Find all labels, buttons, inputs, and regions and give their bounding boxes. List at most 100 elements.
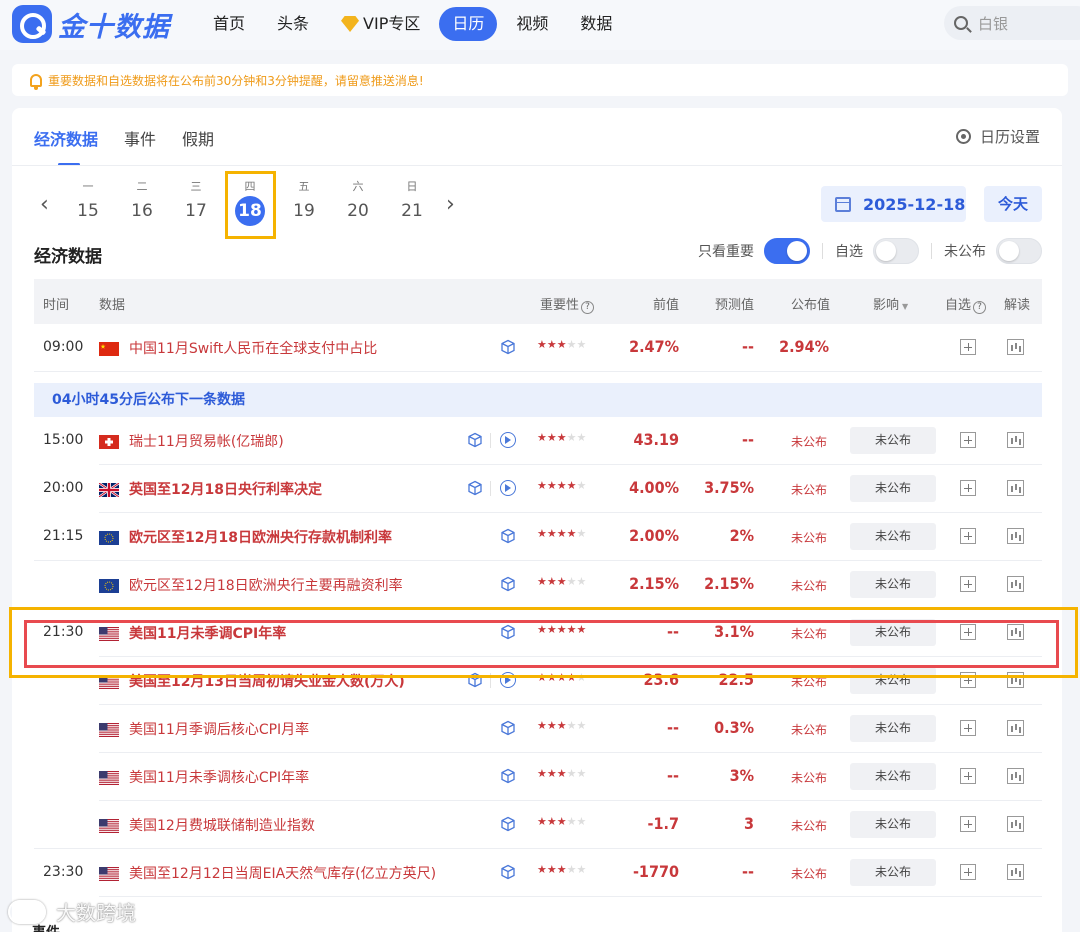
tabs-divider bbox=[12, 165, 1062, 166]
analysis-chart-icon[interactable] bbox=[1007, 480, 1024, 496]
cube-icon[interactable] bbox=[500, 768, 516, 784]
day-wed[interactable]: 三 17 bbox=[176, 178, 216, 226]
logo[interactable]: 金十数据 bbox=[12, 5, 170, 43]
watermark: 大数跨境 bbox=[8, 897, 136, 926]
cube-icon[interactable] bbox=[500, 864, 516, 880]
unpublished-toggle[interactable] bbox=[996, 238, 1042, 264]
add-favorite-icon[interactable] bbox=[960, 576, 976, 592]
weekday-label: 二 bbox=[136, 180, 148, 193]
analysis-chart-icon[interactable] bbox=[1007, 768, 1024, 784]
nav-calendar[interactable]: 日历 bbox=[439, 7, 498, 41]
event-name[interactable]: 美国至12月12日当周EIA天然气库存(亿立方英尺) bbox=[129, 863, 436, 883]
add-favorite-icon[interactable] bbox=[960, 480, 976, 496]
help-icon[interactable]: ? bbox=[581, 301, 595, 314]
event-name[interactable]: 欧元区至12月18日欧洲央行存款机制利率 bbox=[129, 527, 392, 547]
help-icon[interactable]: ? bbox=[973, 301, 987, 314]
add-favorite-icon[interactable] bbox=[960, 528, 976, 544]
nav-headlines[interactable]: 头条 bbox=[264, 7, 322, 41]
favorites-toggle[interactable] bbox=[873, 238, 919, 264]
nav-label: 数据 bbox=[580, 14, 613, 33]
analysis-chart-icon[interactable] bbox=[1007, 339, 1024, 355]
table-row[interactable]: 09:00 中国11月Swift人民币在全球支付中占比 ★★★★★ 2.47% -- 2.… bbox=[34, 324, 1042, 372]
flag-eu-icon bbox=[99, 578, 119, 593]
table-row[interactable]: 美国11月季调后核心CPI月率 ★★★★★ -- 0.3% 未公布 未公布 bbox=[34, 705, 1042, 753]
nav-vip[interactable]: VIP专区 bbox=[328, 7, 433, 41]
flag-cn-icon bbox=[99, 341, 119, 356]
add-favorite-icon[interactable] bbox=[960, 816, 976, 832]
add-favorite-icon[interactable] bbox=[960, 432, 976, 448]
flag-ch-icon bbox=[99, 434, 119, 449]
prev-week-arrow[interactable]: ‹ bbox=[40, 192, 49, 217]
table-row[interactable]: 美国12月费城联储制造业指数 ★★★★★ -1.7 3 未公布 未公布 bbox=[34, 801, 1042, 849]
table-row[interactable]: 欧元区至12月18日欧洲央行主要再融资利率 ★★★★★ 2.15% 2.15% 未公布 未… bbox=[34, 561, 1042, 609]
analysis-chart-icon[interactable] bbox=[1007, 528, 1024, 544]
tab-economic-data[interactable]: 经济数据 bbox=[34, 126, 98, 166]
table-row[interactable]: 20:00 英国至12月18日央行利率决定 ★★★★★ 4.00% 3.75% 未公布 未公… bbox=[34, 465, 1042, 513]
analysis-chart-icon[interactable] bbox=[1007, 816, 1024, 832]
cube-icon[interactable] bbox=[500, 816, 516, 832]
today-button[interactable]: 今天 bbox=[984, 186, 1042, 222]
cube-icon[interactable] bbox=[500, 720, 516, 736]
date-value: 2025-12-18 bbox=[863, 194, 966, 214]
notice-bar: 重要数据和自选数据将在公布前30分钟和3分钟提醒，请留意推送消息! bbox=[12, 64, 1068, 96]
previous-value: 2.47% bbox=[629, 337, 679, 356]
event-name[interactable]: 英国至12月18日央行利率决定 bbox=[129, 479, 322, 499]
day-number: 21 bbox=[401, 201, 423, 221]
cube-icon[interactable] bbox=[467, 480, 483, 496]
event-name[interactable]: 瑞士11月贸易帐(亿瑞郎) bbox=[129, 431, 284, 451]
col-impact[interactable]: 影响 ▼ bbox=[873, 294, 908, 313]
day-fri[interactable]: 五 19 bbox=[284, 178, 324, 226]
importance-stars: ★★★★★ bbox=[537, 719, 587, 732]
weekday-label: 三 bbox=[190, 180, 202, 193]
event-name[interactable]: 美国11月季调后核心CPI月率 bbox=[129, 719, 309, 739]
table-row[interactable]: 23:30 美国至12月12日当周EIA天然气库存(亿立方英尺) ★★★★★ -177… bbox=[34, 849, 1042, 897]
event-name[interactable]: 美国12月费城联储制造业指数 bbox=[129, 815, 315, 835]
previous-value: 2.15% bbox=[629, 574, 679, 593]
play-icon[interactable] bbox=[500, 480, 516, 496]
cube-icon[interactable] bbox=[500, 339, 516, 355]
add-favorite-icon[interactable] bbox=[960, 720, 976, 736]
tab-holidays[interactable]: 假期 bbox=[182, 126, 214, 158]
cube-icon[interactable] bbox=[500, 576, 516, 592]
add-favorite-icon[interactable] bbox=[960, 339, 976, 355]
analysis-chart-icon[interactable] bbox=[1007, 432, 1024, 448]
play-icon[interactable] bbox=[500, 432, 516, 448]
day-sun[interactable]: 日 21 bbox=[392, 178, 432, 226]
forecast-value: 3.75% bbox=[704, 478, 754, 497]
day-mon[interactable]: 一 15 bbox=[68, 178, 108, 226]
search-input[interactable] bbox=[978, 14, 1068, 32]
important-only-toggle[interactable] bbox=[764, 238, 810, 264]
nav-video[interactable]: 视频 bbox=[503, 7, 561, 41]
nav-data[interactable]: 数据 bbox=[567, 7, 625, 41]
watermark-text: 大数跨境 bbox=[56, 901, 136, 925]
event-name[interactable]: 美国11月未季调核心CPI年率 bbox=[129, 767, 309, 787]
day-tue[interactable]: 二 16 bbox=[122, 178, 162, 226]
toggle-divider bbox=[822, 243, 823, 259]
analysis-chart-icon[interactable] bbox=[1007, 864, 1024, 880]
tab-events[interactable]: 事件 bbox=[124, 126, 156, 158]
event-name[interactable]: 中国11月Swift人民币在全球支付中占比 bbox=[129, 338, 377, 358]
previous-value: -1.7 bbox=[647, 814, 679, 833]
nav-home[interactable]: 首页 bbox=[200, 7, 258, 41]
toggle-divider bbox=[931, 243, 932, 259]
col-importance: 重要性? bbox=[540, 294, 595, 314]
flag-eu-icon bbox=[99, 530, 119, 545]
day-number: 15 bbox=[77, 201, 99, 221]
cube-icon[interactable] bbox=[500, 528, 516, 544]
search-icon[interactable] bbox=[954, 16, 968, 30]
day-sat[interactable]: 六 20 bbox=[338, 178, 378, 226]
event-name[interactable]: 欧元区至12月18日欧洲央行主要再融资利率 bbox=[129, 575, 403, 595]
table-row[interactable]: 21:15 欧元区至12月18日欧洲央行存款机制利率 ★★★★★ 2.00% 2% 未公布… bbox=[34, 513, 1042, 561]
table-row[interactable]: 15:00 瑞士11月贸易帐(亿瑞郎) ★★★★★ 43.19 -- 未公布 未公布 bbox=[34, 417, 1042, 465]
add-favorite-icon[interactable] bbox=[960, 768, 976, 784]
icon-divider bbox=[490, 433, 491, 448]
next-week-arrow[interactable]: › bbox=[446, 192, 455, 217]
calendar-settings-button[interactable]: 日历设置 bbox=[955, 126, 1040, 147]
analysis-chart-icon[interactable] bbox=[1007, 720, 1024, 736]
add-favorite-icon[interactable] bbox=[960, 864, 976, 880]
analysis-chart-icon[interactable] bbox=[1007, 576, 1024, 592]
search-box[interactable] bbox=[944, 6, 1080, 40]
table-row[interactable]: 美国11月未季调核心CPI年率 ★★★★★ -- 3% 未公布 未公布 bbox=[34, 753, 1042, 801]
cube-icon[interactable] bbox=[467, 432, 483, 448]
date-picker-button[interactable]: 2025-12-18 bbox=[821, 186, 966, 222]
